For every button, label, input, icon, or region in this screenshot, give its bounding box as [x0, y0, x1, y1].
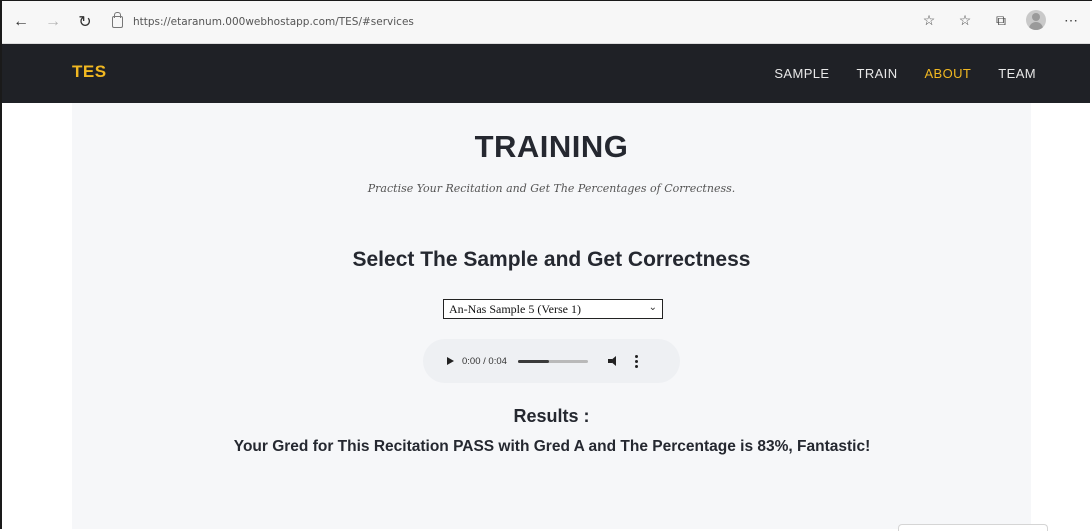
volume-icon[interactable]: [607, 355, 620, 367]
nav-item-sample[interactable]: SAMPLE: [774, 66, 829, 81]
page-title: TRAINING: [474, 129, 629, 164]
audio-player: 0:00 / 0:04: [423, 339, 680, 383]
refresh-icon[interactable]: ↻: [72, 9, 98, 35]
play-icon[interactable]: [447, 357, 454, 365]
url-text: https://etaranum.000webhostapp.com/TES/#…: [133, 16, 414, 28]
results-heading: Results :: [513, 406, 590, 426]
site-navbar: TES SAMPLE TRAIN ABOUT TEAM: [2, 44, 1090, 103]
back-arrow-icon[interactable]: ←: [8, 9, 34, 35]
favorites-icon[interactable]: ☆: [954, 9, 976, 31]
section-heading: Select The Sample and Get Correctness: [352, 248, 751, 271]
audio-more-icon[interactable]: [634, 354, 638, 368]
nav-item-team[interactable]: TEAM: [998, 66, 1036, 81]
collections-icon[interactable]: ⧉: [990, 9, 1012, 31]
profile-avatar[interactable]: [1026, 10, 1046, 30]
reading-view-icon[interactable]: ☆: [918, 9, 940, 31]
training-section: TRAINING Practise Your Recitation and Ge…: [72, 103, 1031, 529]
more-options-icon[interactable]: ⋯: [1060, 9, 1082, 31]
audio-progress-fill: [517, 359, 550, 363]
bottom-popup-edge: [898, 524, 1048, 531]
chevron-down-icon: ⌄: [648, 302, 657, 313]
results-text: Your Gred for This Recitation PASS with …: [233, 438, 871, 455]
brand-logo[interactable]: TES: [72, 62, 107, 82]
address-bar[interactable]: https://etaranum.000webhostapp.com/TES/#…: [112, 9, 414, 35]
nav-item-train[interactable]: TRAIN: [856, 66, 897, 81]
forward-arrow-icon[interactable]: →: [40, 9, 66, 35]
nav-menu: SAMPLE TRAIN ABOUT TEAM: [774, 66, 1036, 81]
lock-icon: [112, 12, 123, 28]
browser-toolbar: ← → ↻ https://etaranum.000webhostapp.com…: [2, 1, 1090, 44]
audio-time: 0:00 / 0:04: [462, 355, 507, 367]
nav-item-about[interactable]: ABOUT: [924, 66, 971, 81]
sample-select[interactable]: An-Nas Sample 5 (Verse 1) ⌄: [443, 299, 663, 319]
audio-seek-bar[interactable]: [517, 359, 588, 363]
sample-select-value: An-Nas Sample 5 (Verse 1): [449, 301, 581, 316]
page-subtitle: Practise Your Recitation and Get The Per…: [367, 182, 736, 195]
